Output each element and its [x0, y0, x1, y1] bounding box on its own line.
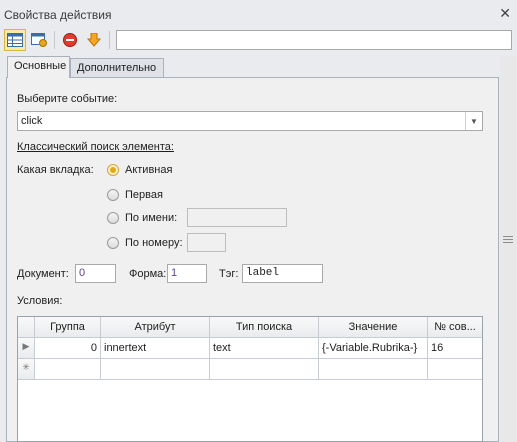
column-header-attribute[interactable]: Атрибут — [101, 317, 210, 338]
stop-button[interactable] — [59, 29, 81, 51]
cell-search-type[interactable] — [210, 359, 319, 380]
form-field[interactable]: 1 — [167, 264, 207, 283]
radio-by-number[interactable] — [107, 237, 119, 249]
cell-attribute[interactable]: innertext — [101, 338, 210, 359]
grid-corner — [18, 317, 35, 338]
event-label: Выберите событие: — [17, 93, 118, 105]
event-dropdown[interactable]: click ▼ — [17, 111, 483, 131]
arrow-down-icon — [87, 33, 101, 47]
properties-button[interactable] — [28, 29, 50, 51]
new-row-icon: ✳ — [18, 359, 35, 380]
cell-value[interactable] — [319, 359, 428, 380]
tag-label: Тэг: — [219, 268, 239, 280]
tab-advanced[interactable]: Дополнительно — [70, 58, 164, 77]
toolbar-separator — [109, 31, 110, 49]
cell-value[interactable]: {-Variable.Rubrika-} — [319, 338, 428, 359]
move-down-button[interactable] — [83, 29, 105, 51]
stop-icon — [63, 33, 77, 47]
radio-active[interactable] — [107, 164, 119, 176]
by-name-field[interactable] — [187, 208, 287, 227]
conditions-label: Условия: — [17, 295, 63, 307]
toolbar-separator — [54, 31, 55, 49]
radio-first[interactable] — [107, 189, 119, 201]
cell-attribute[interactable] — [101, 359, 210, 380]
cell-match-no[interactable] — [428, 359, 482, 380]
radio-by-number-label: По номеру: — [125, 237, 183, 249]
form-label: Форма: — [129, 268, 167, 280]
tab-question-label: Какая вкладка: — [17, 164, 94, 176]
table-icon — [7, 33, 23, 47]
event-dropdown-value: click — [21, 115, 43, 127]
radio-active-label: Активная — [125, 164, 173, 176]
by-number-field[interactable] — [187, 233, 226, 252]
cell-group[interactable]: 0 — [35, 338, 101, 359]
new-row[interactable]: ✳ — [18, 359, 482, 380]
tag-field[interactable]: label — [242, 264, 323, 283]
table-view-button[interactable] — [4, 29, 26, 51]
conditions-grid[interactable]: Группа Атрибут Тип поиска Значение № сов… — [17, 316, 483, 442]
document-field[interactable]: 0 — [75, 264, 116, 283]
column-header-value[interactable]: Значение — [319, 317, 428, 338]
classic-search-heading: Классический поиск элемента: — [17, 141, 174, 153]
cell-search-type[interactable]: text — [210, 338, 319, 359]
column-header-group[interactable]: Группа — [35, 317, 101, 338]
document-label: Документ: — [17, 268, 69, 280]
cell-match-no[interactable]: 16 — [428, 338, 482, 359]
close-icon[interactable]: ✕ — [499, 5, 511, 22]
column-header-search-type[interactable]: Тип поиска — [210, 317, 319, 338]
table-row[interactable]: ▶ 0 innertext text {-Variable.Rubrika-} … — [18, 338, 482, 359]
window-edit-icon — [31, 33, 47, 47]
grip-icon[interactable] — [503, 234, 513, 244]
title-bar: Свойства действия ✕ — [0, 0, 517, 27]
tab-strip: Основные Дополнительно — [0, 56, 517, 78]
vertical-scrollbar[interactable] — [500, 56, 517, 442]
column-header-match-no[interactable]: № сов... — [428, 317, 482, 338]
window-title: Свойства действия — [4, 8, 112, 22]
grid-header: Группа Атрибут Тип поиска Значение № сов… — [18, 317, 482, 338]
radio-by-name-label: По имени: — [125, 212, 178, 224]
tab-main[interactable]: Основные — [7, 56, 70, 78]
chevron-down-icon[interactable]: ▼ — [465, 112, 482, 130]
toolbar-input[interactable] — [116, 30, 512, 50]
cell-group[interactable] — [35, 359, 101, 380]
radio-first-label: Первая — [125, 189, 163, 201]
radio-by-name[interactable] — [107, 212, 119, 224]
row-indicator-icon: ▶ — [18, 338, 35, 359]
